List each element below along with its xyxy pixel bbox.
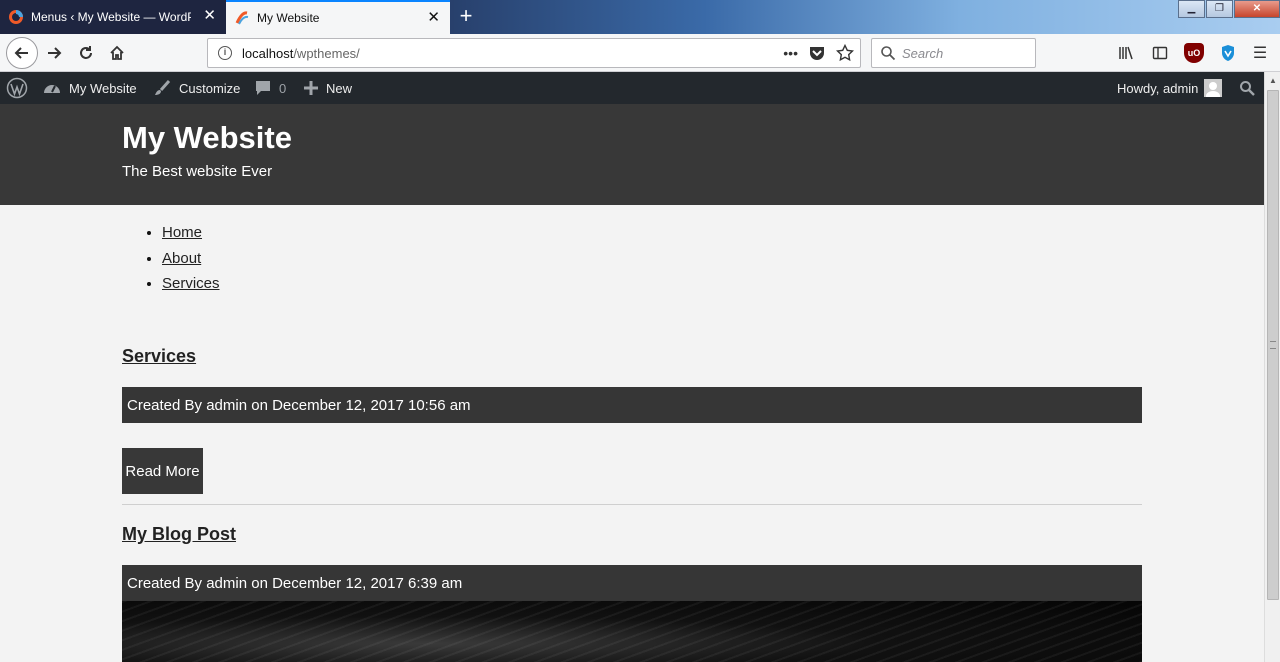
toolbar-extensions: uO [1116,43,1238,63]
site-favicon-icon [235,11,249,25]
wp-admin-bar: My Website Customize 0 New Howdy, admin [0,72,1264,104]
read-more-button[interactable]: Read More [122,448,203,494]
url-text[interactable]: localhost/wpthemes/ [242,46,360,61]
admin-bar-customize-link[interactable]: Customize [153,72,240,104]
shield-extension-icon[interactable] [1218,43,1238,63]
post-divider [122,504,1142,505]
home-icon [110,45,124,60]
post-meta: Created By admin on December 12, 2017 6:… [122,565,1142,601]
post-title-link[interactable]: Services [122,346,196,367]
nav-link-home[interactable]: Home [162,224,202,241]
tab-title: Menus ‹ My Website — WordPress [31,10,191,24]
reload-button[interactable] [72,39,100,67]
forward-button[interactable] [40,39,68,67]
admin-bar-site-link[interactable]: My Website [43,72,137,104]
post-meta: Created By admin on December 12, 2017 10… [122,387,1142,423]
admin-bar-new-label: New [326,80,353,96]
search-icon [881,46,896,61]
library-icon[interactable] [1116,43,1136,63]
close-tab-icon[interactable]: ✕ [427,10,440,26]
post-featured-image [122,601,1142,662]
bookmark-star-icon[interactable] [836,44,854,62]
wordpress-admin-favicon-icon [9,10,23,24]
site-header: My Website The Best website Ever [0,104,1264,205]
dashboard-icon [44,85,60,93]
admin-bar-comments-count: 0 [279,80,287,96]
admin-bar-howdy-text: Howdy, admin [1117,80,1199,96]
ublock-origin-icon[interactable]: uO [1184,43,1204,63]
primary-nav-menu: Home About Services [162,222,220,299]
tab-title: My Website [257,11,320,25]
back-button[interactable] [6,37,38,69]
page-scrollbar[interactable]: ▲ [1264,72,1280,662]
nav-item-about: About [162,248,220,274]
wordpress-logo-icon[interactable] [6,72,36,104]
arrow-right-icon [48,47,62,59]
browser-tab-menus[interactable]: Menus ‹ My Website — WordPress ✕ [0,0,226,34]
scroll-up-arrow-icon[interactable]: ▲ [1265,72,1280,89]
search-bar[interactable] [871,38,1036,68]
url-bar[interactable]: i localhost/wpthemes/ ••• [207,38,861,68]
search-input[interactable] [902,45,1022,61]
url-actions: ••• [783,44,854,62]
minimize-window-icon[interactable]: ▁ [1178,0,1205,18]
new-tab-button[interactable]: + [454,4,478,28]
scroll-grip [1270,341,1276,349]
scroll-thumb[interactable] [1267,90,1279,600]
nav-link-about[interactable]: About [162,250,201,267]
admin-bar-site-name: My Website [69,80,137,96]
browser-tab-strip: Menus ‹ My Website — WordPress ✕ My Webs… [0,0,1280,34]
close-window-icon[interactable]: ✕ [1234,0,1280,18]
url-path: /wpthemes/ [293,45,360,61]
reload-icon [80,46,92,59]
restore-window-icon[interactable]: ❐ [1206,0,1233,18]
admin-bar-customize-label: Customize [179,80,241,96]
plus-icon [304,81,318,95]
close-tab-icon[interactable]: ✕ [203,8,216,24]
avatar [1204,79,1223,97]
hamburger-menu-icon[interactable]: ☰ [1250,43,1270,63]
info-icon[interactable]: i [218,46,232,60]
pocket-icon[interactable] [808,44,826,62]
site-title: My Website [122,120,292,155]
post-title-link[interactable]: My Blog Post [122,524,236,545]
home-button[interactable] [103,39,131,67]
comment-bubble-icon [256,81,270,95]
admin-bar-new-link[interactable]: New [304,72,352,104]
admin-bar-account-link[interactable]: Howdy, admin [1117,72,1223,104]
nav-item-services: Services [162,273,220,299]
browser-tab-my-website[interactable]: My Website ✕ [226,0,450,34]
page-actions-menu-icon[interactable]: ••• [783,45,798,61]
url-host: localhost [242,45,294,61]
browser-toolbar: i localhost/wpthemes/ ••• uO ☰ [0,34,1280,72]
nav-link-services[interactable]: Services [162,275,220,292]
admin-bar-comments-link[interactable]: 0 [255,72,286,104]
sidebar-icon[interactable] [1150,43,1170,63]
admin-bar-search-icon[interactable] [1239,72,1263,104]
arrow-left-icon [14,47,28,59]
nav-item-home: Home [162,222,220,248]
window-controls: ▁ ❐ ✕ [1177,0,1280,18]
paintbrush-icon [155,80,171,95]
site-tagline: The Best website Ever [122,163,273,180]
